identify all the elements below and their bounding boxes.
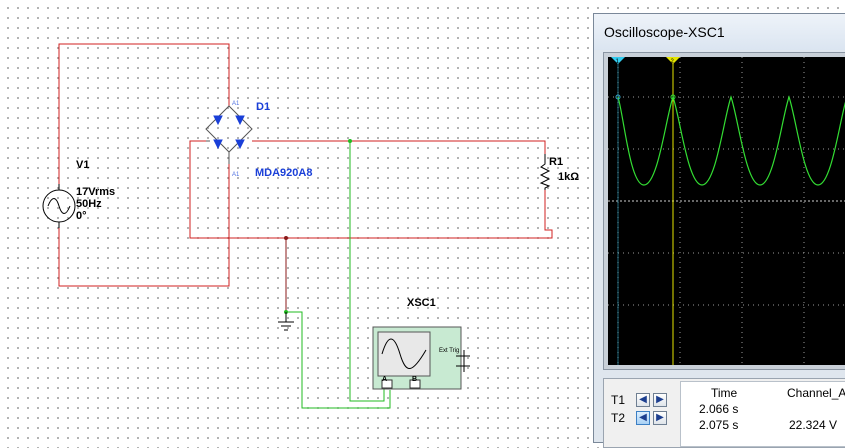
- scope-grid: 1 2: [608, 57, 845, 365]
- oscilloscope-titlebar[interactable]: Oscilloscope-XSC1: [594, 14, 845, 50]
- readout-t2-value: 22.324 V: [789, 418, 838, 432]
- cursor-readout-table: Time Channel_A 2.066 s 2.075 s 22.324 V: [680, 381, 845, 447]
- scope-display[interactable]: 1 2: [608, 57, 845, 365]
- readout-t2-time: 2.075 s: [699, 418, 739, 432]
- oscilloscope-title: Oscilloscope-XSC1: [604, 24, 725, 40]
- source-name-label: V1: [76, 159, 90, 171]
- scope-instrument-label: XSC1: [407, 297, 436, 309]
- oscilloscope-instrument[interactable]: [372, 326, 470, 390]
- ground-symbol[interactable]: [278, 312, 294, 331]
- junction-dot: [348, 139, 352, 143]
- ext-trig-label: Ext Trig: [439, 348, 460, 354]
- scope-screen-frame: 1 2: [603, 52, 845, 370]
- t2-right-button[interactable]: ▶: [653, 411, 667, 425]
- bridge-model-label: MDA920A8: [255, 167, 313, 179]
- source-phase-label: 0°: [76, 210, 87, 222]
- readout-header-time: Time: [711, 386, 738, 400]
- resistor-value-label: 1kΩ: [558, 171, 580, 183]
- resistor-name-label: R1: [549, 156, 564, 168]
- bridge-pin-label: A1: [232, 101, 240, 107]
- channel-a-trace: [617, 95, 845, 186]
- channel-b-label: B: [412, 376, 418, 383]
- t2-left-button[interactable]: ◀: [636, 411, 650, 425]
- bridge-pin-label: A1: [232, 172, 240, 178]
- t1-left-button[interactable]: ◀: [636, 393, 650, 407]
- ac-source-symbol[interactable]: [42, 184, 76, 228]
- readout-header-channel: Channel_A: [787, 386, 845, 400]
- bridge-name-label: D1: [256, 101, 271, 113]
- readout-t1-time: 2.066 s: [699, 402, 739, 416]
- t1-label: T1: [611, 393, 626, 407]
- resistor-symbol[interactable]: [539, 154, 551, 190]
- oscilloscope-window[interactable]: Oscilloscope-XSC1 1 2 T1 T2 ◀ ▶ ◀ ▶ Time…: [593, 13, 845, 448]
- channel-a-label: A: [382, 376, 388, 383]
- t1-right-button[interactable]: ▶: [653, 393, 667, 407]
- scope-readout-panel: T1 T2 ◀ ▶ ◀ ▶ Time Channel_A 2.066 s 2.0…: [603, 378, 845, 448]
- junction-dot: [284, 236, 288, 240]
- source-voltage-label: 17Vrms: [76, 186, 116, 198]
- source-frequency-label: 50Hz: [76, 198, 102, 210]
- wire-load-loop[interactable]: [189, 140, 553, 239]
- t2-label: T2: [611, 411, 626, 425]
